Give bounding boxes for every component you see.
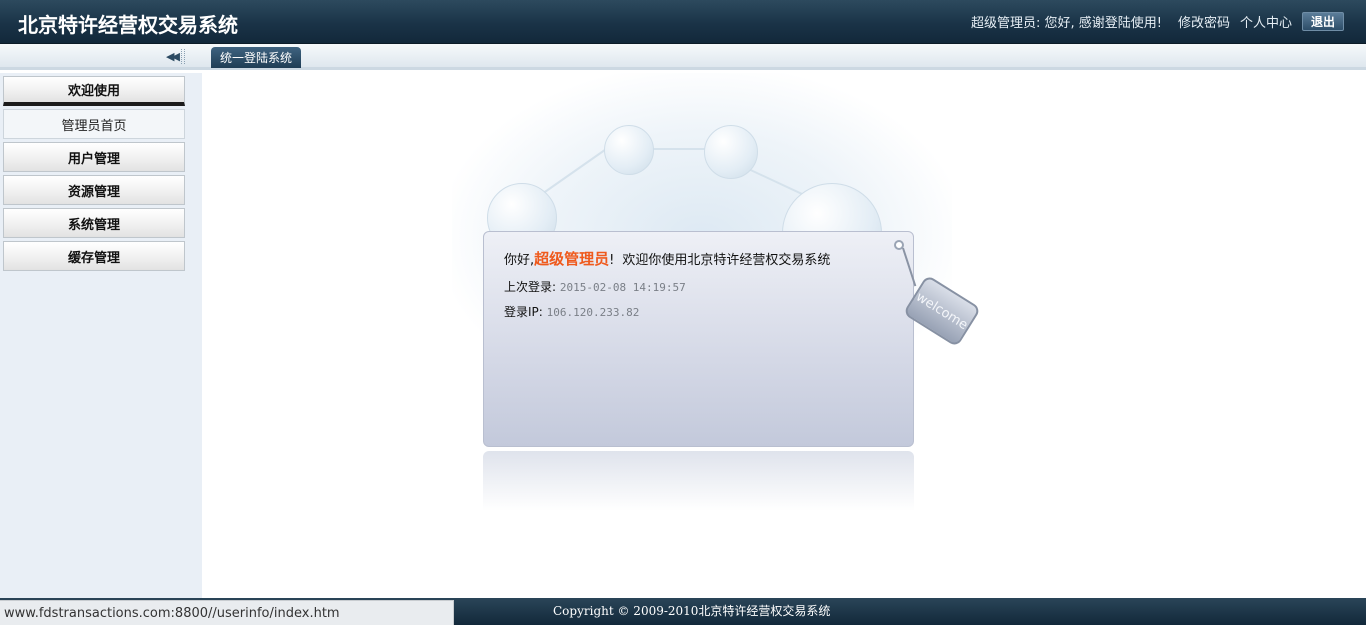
main-content: 你好, 超级管理员 ! 欢迎你使用北京特许经营权交易系统 上次登录: 2015-… xyxy=(202,73,1366,598)
app-title: 北京特许经营权交易系统 xyxy=(18,13,238,37)
tab-bar: ◀◀ 统一登陆系统 xyxy=(0,44,1366,70)
browser-status-bar: www.fdstransactions.com:8800//userinfo/i… xyxy=(0,600,454,625)
sidebar-item-resource-management[interactable]: 资源管理 xyxy=(3,175,185,205)
top-header: 北京特许经营权交易系统 超级管理员: 您好, 感谢登陆使用! 修改密码 个人中心… xyxy=(0,0,1366,44)
user-greeting: 超级管理员: 您好, 感谢登陆使用! xyxy=(970,16,1162,31)
sidebar-item-user-management[interactable]: 用户管理 xyxy=(3,142,185,172)
card-reflection xyxy=(483,451,914,511)
molecule-bubble xyxy=(604,125,654,175)
header-user-area: 超级管理员: 您好, 感谢登陆使用! 修改密码 个人中心 退出 xyxy=(971,12,1344,31)
login-ip-label: 登录IP: xyxy=(504,305,543,319)
login-ip-line: 登录IP: 106.120.233.82 xyxy=(504,303,639,320)
last-login-line: 上次登录: 2015-02-08 14:19:57 xyxy=(504,278,686,295)
last-login-value: 2015-02-08 14:19:57 xyxy=(559,281,686,294)
last-login-label: 上次登录: xyxy=(504,280,557,294)
double-left-arrow-icon: ◀◀ xyxy=(166,49,180,63)
sidebar: 欢迎使用 管理员首页 用户管理 资源管理 系统管理 缓存管理 xyxy=(0,73,202,598)
sidebar-item-cache-management[interactable]: 缓存管理 xyxy=(3,241,185,271)
molecule-bubble xyxy=(704,125,758,179)
change-password-link[interactable]: 修改密码 xyxy=(1178,12,1230,31)
sidebar-item-system-management[interactable]: 系统管理 xyxy=(3,208,185,238)
sidebar-item-welcome[interactable]: 欢迎使用 xyxy=(3,76,185,106)
welcome-card: 你好, 超级管理员 ! 欢迎你使用北京特许经营权交易系统 上次登录: 2015-… xyxy=(483,231,914,447)
logout-button[interactable]: 退出 xyxy=(1302,12,1344,31)
admin-name: 超级管理员 xyxy=(534,250,610,268)
tab-unified-login[interactable]: 统一登陆系统 xyxy=(211,47,301,68)
profile-link[interactable]: 个人中心 xyxy=(1240,12,1292,31)
login-ip-value: 106.120.233.82 xyxy=(546,306,640,319)
collapse-sidebar-button[interactable]: ◀◀ xyxy=(166,48,196,64)
exclaim-text: ! xyxy=(609,253,615,268)
splitter-grip[interactable] xyxy=(180,48,185,64)
welcome-message: 欢迎你使用北京特许经营权交易系统 xyxy=(622,253,831,268)
welcome-line: 你好, 超级管理员 ! 欢迎你使用北京特许经营权交易系统 xyxy=(504,248,830,269)
sidebar-subitem-admin-home[interactable]: 管理员首页 xyxy=(3,109,185,139)
copyright-text: Copyright © 2009-2010北京特许经营权交易系统 xyxy=(553,604,831,618)
hello-text: 你好, xyxy=(504,253,535,268)
